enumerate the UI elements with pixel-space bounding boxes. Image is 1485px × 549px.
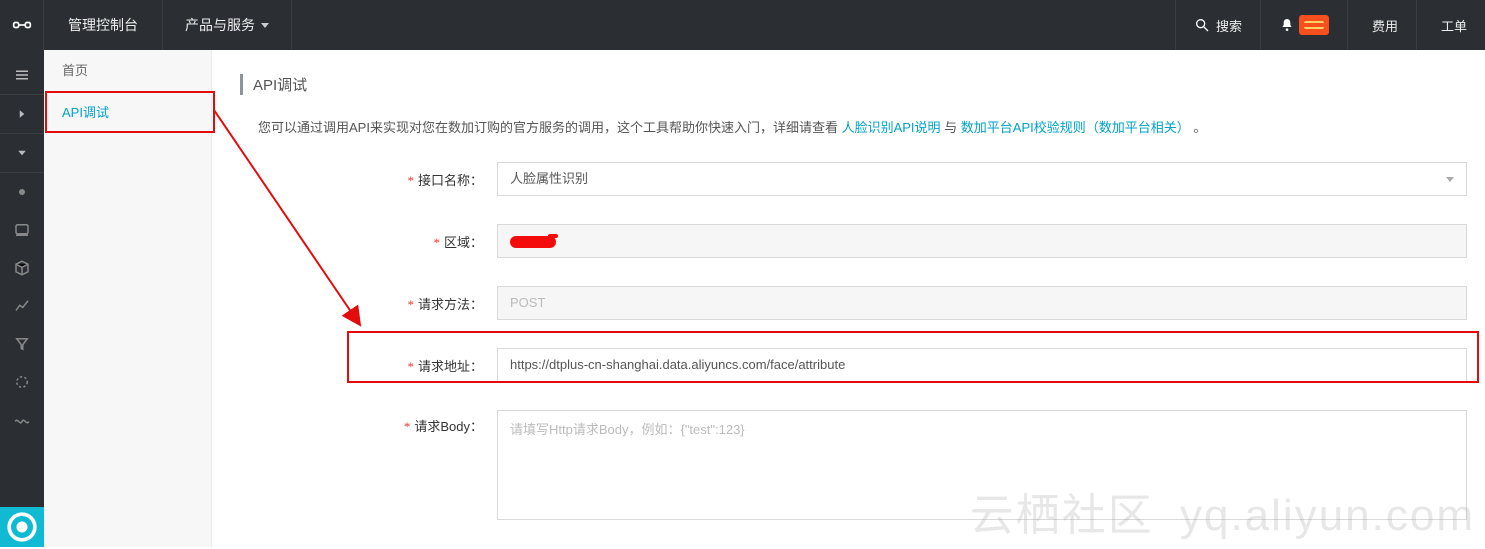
redacted-region-value (510, 236, 556, 248)
ring-icon (13, 373, 31, 391)
body-placeholder: 请填写Http请求Body，例如：{"test":123} (510, 422, 745, 437)
search-label: 搜索 (1216, 16, 1242, 35)
chevron-down-icon (1446, 177, 1454, 182)
required-mark: * (407, 359, 414, 374)
caret-right-icon (13, 105, 31, 123)
ctrl-region (497, 224, 1467, 258)
brand-logo[interactable] (0, 0, 44, 50)
rail-filter[interactable] (0, 325, 44, 363)
row-url: * 请求地址： https://dtplus-cn-shanghai.data.a… (258, 348, 1467, 382)
topbar-right: 搜索 费用 工单 (1175, 0, 1485, 50)
region-input[interactable] (497, 224, 1467, 258)
topbar-left: 管理控制台 产品与服务 (0, 0, 292, 50)
label-method-text: 请求方法： (418, 297, 483, 312)
rail-expand-right[interactable] (0, 95, 44, 133)
filter-icon (13, 335, 31, 353)
graph-icon (13, 297, 31, 315)
api-form: * 接口名称： 人脸属性识别 * 区域： * 请求方法： (258, 162, 1467, 520)
label-url: * 请求地址： (258, 356, 497, 375)
required-mark: * (407, 173, 414, 188)
ctrl-method: POST (497, 286, 1467, 320)
label-body-text: 请求Body： (414, 419, 483, 434)
desc-mid: 与 (944, 120, 961, 135)
interface-select[interactable]: 人脸属性识别 (497, 162, 1467, 196)
search-icon (1194, 17, 1210, 33)
label-region-text: 区域： (444, 235, 483, 250)
method-input: POST (497, 286, 1467, 320)
method-value: POST (510, 295, 545, 310)
billing-link[interactable]: 费用 (1347, 0, 1416, 50)
caret-down-icon (13, 144, 31, 162)
desc-prefix: 您可以通过调用API来实现对您在数加订购的官方服务的调用，这个工具帮助你快速入门… (258, 120, 842, 135)
menu-home[interactable]: 首页 (44, 50, 211, 92)
watermark-cn: 云栖社区 (970, 491, 1154, 540)
products-label: 产品与服务 (185, 15, 255, 35)
row-method: * 请求方法： POST (258, 286, 1467, 320)
label-method: * 请求方法： (258, 294, 497, 313)
dot-icon (13, 183, 31, 201)
rail-ring[interactable] (0, 363, 44, 401)
watermark-en: yq.aliyun.com (1180, 491, 1475, 540)
link-face-api-doc[interactable]: 人脸识别API说明 (842, 120, 941, 135)
rail-expand-down[interactable] (0, 134, 44, 172)
ctrl-url: https://dtplus-cn-shanghai.data.aliyuncs… (497, 348, 1467, 382)
label-interface: * 接口名称： (258, 170, 497, 189)
required-mark: * (433, 235, 440, 250)
menu-api-debug[interactable]: API调试 (44, 92, 211, 134)
url-value: https://dtplus-cn-shanghai.data.aliyuncs… (510, 357, 845, 372)
label-body: *请求Body： (258, 410, 497, 435)
ticket-link[interactable]: 工单 (1416, 0, 1485, 50)
interface-select-value: 人脸属性识别 (510, 171, 588, 186)
target-icon (0, 505, 44, 549)
rail-help[interactable] (0, 507, 44, 547)
page-description: 您可以通过调用API来实现对您在数加订购的官方服务的调用，这个工具帮助你快速入门… (258, 117, 1467, 136)
cube-icon (13, 259, 31, 277)
icon-rail (0, 50, 44, 547)
rail-graph[interactable] (0, 287, 44, 325)
page-title: API调试 (240, 74, 1467, 95)
rail-wave[interactable] (0, 401, 44, 439)
hamburger-icon (13, 66, 31, 84)
watermark: 云栖社区 yq.aliyun.com (970, 479, 1475, 543)
rail-dot[interactable] (0, 173, 44, 211)
rail-hamburger[interactable] (0, 56, 44, 94)
brand-icon (12, 15, 32, 35)
link-dataplus-rules[interactable]: 数加平台API校验规则（数加平台相关） (961, 120, 1190, 135)
desc-suffix: 。 (1193, 120, 1206, 135)
ticket-label: 工单 (1441, 16, 1467, 35)
console-title[interactable]: 管理控制台 (44, 0, 163, 50)
user-avatar (1299, 15, 1329, 35)
billing-label: 费用 (1372, 16, 1398, 35)
label-url-text: 请求地址： (418, 359, 483, 374)
label-interface-text: 接口名称： (418, 173, 483, 188)
products-dropdown[interactable]: 产品与服务 (163, 0, 292, 50)
row-region: * 区域： (258, 224, 1467, 258)
notifications-button[interactable] (1260, 0, 1347, 50)
row-interface: * 接口名称： 人脸属性识别 (258, 162, 1467, 196)
required-mark: * (404, 419, 411, 434)
chevron-down-icon (261, 23, 269, 28)
topbar: 管理控制台 产品与服务 搜索 费用 工单 (0, 0, 1485, 50)
required-mark: * (407, 297, 414, 312)
search-button[interactable]: 搜索 (1175, 0, 1260, 50)
wave-icon (13, 411, 31, 429)
url-input[interactable]: https://dtplus-cn-shanghai.data.aliyuncs… (497, 348, 1467, 382)
rail-cube[interactable] (0, 249, 44, 287)
label-region: * 区域： (258, 232, 497, 251)
ctrl-interface: 人脸属性识别 (497, 162, 1467, 196)
bell-icon (1279, 17, 1295, 33)
console-icon (13, 221, 31, 239)
left-menu: 首页 API调试 (44, 50, 212, 547)
rail-console[interactable] (0, 211, 44, 249)
content: API调试 您可以通过调用API来实现对您在数加订购的官方服务的调用，这个工具帮… (212, 50, 1485, 547)
